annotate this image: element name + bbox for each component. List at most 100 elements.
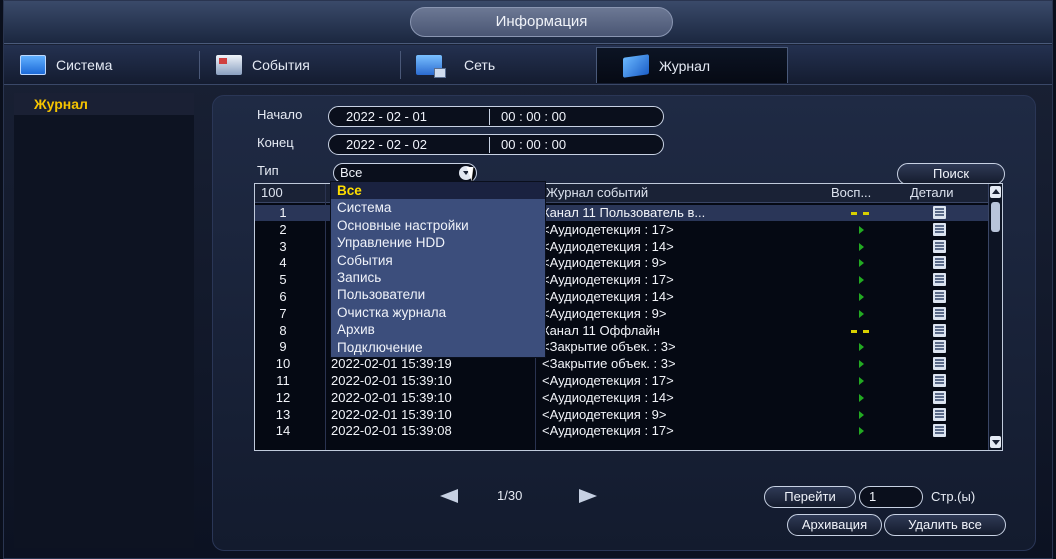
row-number: 6 bbox=[279, 289, 287, 304]
play-icon[interactable] bbox=[859, 309, 864, 318]
table-scrollbar[interactable] bbox=[988, 184, 1002, 450]
row-event: <Аудиодетекция : 14> bbox=[542, 289, 674, 304]
row-event: <Закрытие объек. : 3> bbox=[542, 356, 676, 372]
table-row[interactable]: 14 2022-02-01 15:39:08 <Аудиодетекция : 17… bbox=[255, 423, 989, 439]
row-event: <Аудиодетекция : 17> bbox=[542, 423, 674, 439]
row-event: Канал 11 Пользователь в... bbox=[542, 205, 706, 220]
tab-bar: Система События Сеть Журнал bbox=[4, 45, 1052, 85]
goto-button[interactable]: Перейти bbox=[764, 486, 856, 508]
row-event: <Аудиодетекция : 14> bbox=[542, 389, 674, 405]
tab-system-label: Система bbox=[56, 57, 113, 73]
tab-divider bbox=[199, 51, 200, 79]
play-icon[interactable] bbox=[859, 242, 864, 251]
scroll-thumb[interactable] bbox=[991, 202, 1000, 232]
details-icon[interactable] bbox=[933, 340, 946, 354]
row-number: 9 bbox=[279, 339, 287, 355]
row-number: 4 bbox=[279, 255, 287, 271]
table-row[interactable]: 11 2022-02-01 15:39:10 <Аудиодетекция : 17… bbox=[255, 373, 989, 389]
tab-network[interactable]: Сеть bbox=[416, 47, 596, 83]
row-number: 1 bbox=[279, 205, 287, 220]
start-date-value[interactable]: 2022 - 02 - 01 bbox=[346, 107, 427, 126]
field-divider bbox=[489, 137, 490, 153]
row-time: 2022-02-01 15:39:19 bbox=[331, 356, 452, 372]
tab-events[interactable]: События bbox=[216, 47, 416, 83]
tab-events-label: События bbox=[252, 57, 310, 73]
row-number: 8 bbox=[279, 322, 287, 338]
end-time-value[interactable]: 00 : 00 : 00 bbox=[501, 135, 566, 154]
details-icon[interactable] bbox=[933, 290, 946, 303]
details-icon[interactable] bbox=[933, 407, 946, 421]
row-event: Канал 11 Оффлайн bbox=[542, 322, 660, 338]
search-button[interactable]: Поиск bbox=[897, 163, 1005, 185]
no-playback-icon bbox=[851, 329, 869, 333]
next-page-icon[interactable] bbox=[579, 489, 597, 503]
play-icon[interactable] bbox=[859, 427, 864, 436]
system-icon bbox=[20, 55, 46, 75]
row-event: <Аудиодетекция : 14> bbox=[542, 238, 674, 254]
end-label: Конец bbox=[257, 135, 294, 150]
details-icon[interactable] bbox=[933, 256, 946, 270]
type-select[interactable]: Все bbox=[333, 163, 477, 183]
clear-all-button[interactable]: Удалить все bbox=[884, 514, 1006, 536]
dropdown-option[interactable]: Управление HDD bbox=[331, 234, 545, 251]
events-icon bbox=[216, 55, 242, 75]
dropdown-option[interactable]: Запись bbox=[331, 269, 545, 286]
details-icon[interactable] bbox=[933, 357, 946, 371]
details-icon[interactable] bbox=[933, 374, 946, 387]
row-number: 14 bbox=[275, 423, 291, 439]
prev-page-icon[interactable] bbox=[440, 489, 458, 503]
play-icon[interactable] bbox=[859, 360, 864, 369]
dropdown-option[interactable]: Основные настройки bbox=[331, 217, 545, 234]
table-row[interactable]: 10 2022-02-01 15:39:19 <Закрытие объек. : … bbox=[255, 356, 989, 372]
start-label: Начало bbox=[257, 107, 303, 122]
start-datetime-field[interactable]: 2022 - 02 - 01 00 : 00 : 00 bbox=[328, 106, 664, 127]
play-icon[interactable] bbox=[859, 276, 864, 285]
start-time-value[interactable]: 00 : 00 : 00 bbox=[501, 107, 566, 126]
details-icon[interactable] bbox=[933, 273, 946, 287]
details-icon[interactable] bbox=[933, 222, 946, 236]
sidebar: Журнал bbox=[14, 93, 194, 548]
row-time: 2022-02-01 15:39:10 bbox=[331, 373, 452, 388]
table-row[interactable]: 12 2022-02-01 15:39:10 <Аудиодетекция : 14… bbox=[255, 390, 989, 406]
play-icon[interactable] bbox=[859, 377, 864, 385]
end-date-value[interactable]: 2022 - 02 - 02 bbox=[346, 135, 427, 154]
scroll-up-icon[interactable] bbox=[990, 186, 1001, 198]
dropdown-option[interactable]: Пользователи bbox=[331, 286, 545, 303]
details-icon[interactable] bbox=[933, 390, 946, 404]
end-datetime-field[interactable]: 2022 - 02 - 02 00 : 00 : 00 bbox=[328, 134, 664, 155]
page-input[interactable]: 1 bbox=[859, 486, 923, 508]
tab-system[interactable]: Система bbox=[12, 47, 192, 83]
dropdown-option[interactable]: Очистка журнала bbox=[331, 304, 545, 321]
details-icon[interactable] bbox=[933, 206, 946, 219]
sidebar-item-log[interactable]: Журнал bbox=[14, 93, 194, 115]
play-icon[interactable] bbox=[859, 259, 864, 268]
backup-button[interactable]: Архивация bbox=[787, 514, 882, 536]
details-icon[interactable] bbox=[933, 306, 946, 320]
play-icon[interactable] bbox=[859, 225, 864, 234]
details-icon[interactable] bbox=[933, 424, 946, 438]
row-number: 3 bbox=[279, 238, 287, 254]
window-title: Информация bbox=[410, 7, 673, 37]
details-icon[interactable] bbox=[933, 239, 946, 253]
table-row[interactable]: 13 2022-02-01 15:39:10 <Аудиодетекция : 9> bbox=[255, 407, 989, 423]
dropdown-option[interactable]: Подключение bbox=[331, 339, 545, 356]
dropdown-option[interactable]: Архив bbox=[331, 321, 545, 338]
details-icon[interactable] bbox=[933, 323, 946, 337]
row-event: <Аудиодетекция : 9> bbox=[542, 255, 667, 271]
tab-network-label: Сеть bbox=[464, 57, 496, 73]
log-icon bbox=[623, 53, 649, 78]
dropdown-option[interactable]: Все bbox=[331, 182, 545, 199]
dropdown-option[interactable]: Система bbox=[331, 199, 545, 216]
type-select-value: Все bbox=[340, 165, 363, 180]
play-icon[interactable] bbox=[859, 293, 864, 301]
dropdown-option[interactable]: События bbox=[331, 252, 545, 269]
row-number: 7 bbox=[279, 305, 287, 321]
row-event: <Закрытие объек. : 3> bbox=[542, 339, 676, 355]
play-icon[interactable] bbox=[859, 410, 864, 419]
row-time: 2022-02-01 15:39:08 bbox=[331, 423, 452, 439]
scroll-down-icon[interactable] bbox=[990, 436, 1001, 448]
tab-log[interactable]: Журнал bbox=[596, 47, 788, 83]
play-icon[interactable] bbox=[859, 343, 864, 352]
play-icon[interactable] bbox=[859, 393, 864, 402]
title-bar: Информация bbox=[4, 1, 1052, 44]
